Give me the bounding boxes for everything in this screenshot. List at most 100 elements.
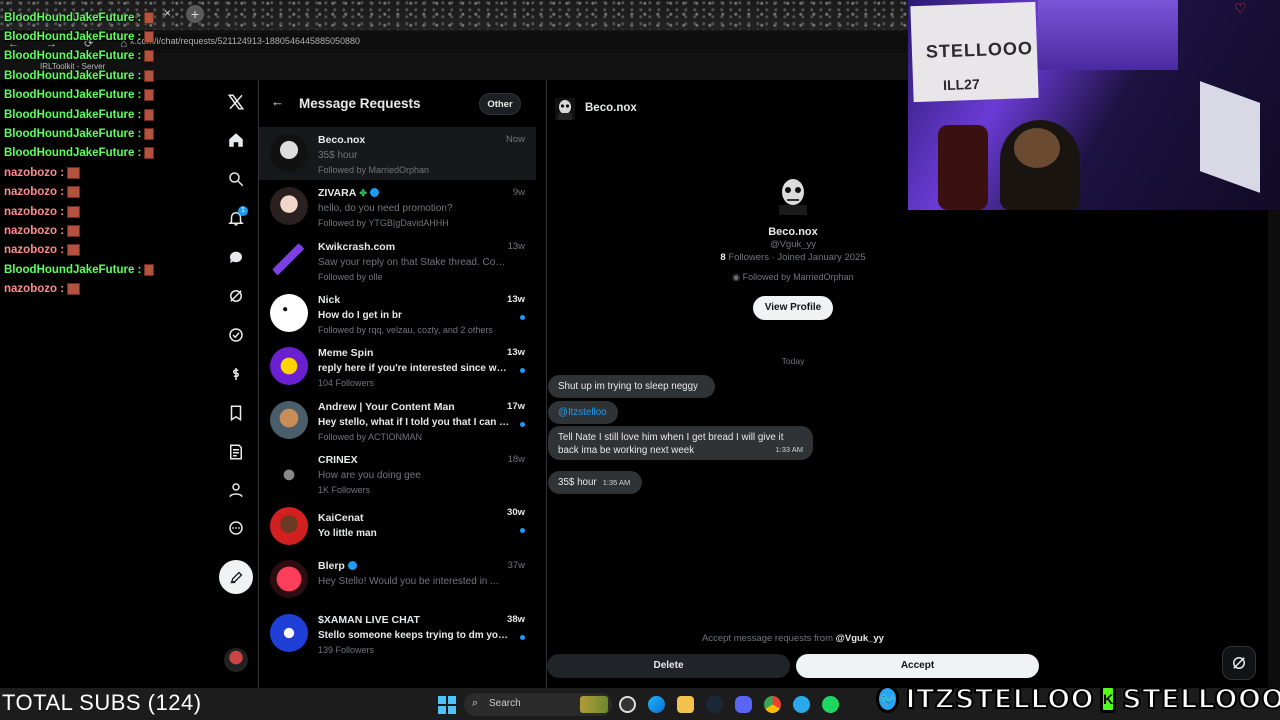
chat-emote-icon bbox=[144, 50, 154, 63]
message-bubble[interactable]: Tell Nate I still love him when I get br… bbox=[548, 426, 813, 460]
request-preview: How are you doing gee bbox=[318, 469, 421, 481]
page-scrollbar[interactable] bbox=[1268, 210, 1280, 688]
request-avatar[interactable] bbox=[270, 507, 308, 546]
new-tab-button[interactable]: + bbox=[186, 5, 204, 23]
edit-list-icon[interactable] bbox=[222, 438, 250, 466]
tab-close-icon[interactable]: × bbox=[164, 6, 171, 20]
request-avatar[interactable] bbox=[270, 293, 308, 332]
request-row[interactable]: $XAMAN LIVE CHAT 38w Stello someone keeps … bbox=[259, 607, 536, 660]
message-bubble[interactable]: 35$ hour 1:35 AM bbox=[548, 471, 642, 494]
request-row[interactable]: ZIVARA ✤ 9w hello, do you need promotion? Fo… bbox=[259, 180, 536, 233]
conversation-name[interactable]: Beco.nox bbox=[585, 102, 637, 114]
search-icon[interactable] bbox=[222, 165, 250, 193]
delete-button[interactable]: Delete bbox=[547, 654, 790, 678]
request-row[interactable]: Kwikcrash.com 13w Saw your reply on that S… bbox=[259, 234, 536, 287]
address-bar[interactable]: x.com/i/chat/requests/521124913-18805464… bbox=[128, 33, 908, 53]
chat-overlay-message: nazobozo : bbox=[4, 279, 154, 298]
compose-icon bbox=[230, 571, 242, 583]
accept-note: Accept message requests from @Vguk_yy bbox=[547, 633, 1039, 644]
request-name: Andrew | Your Content Man bbox=[318, 400, 455, 413]
grok-icon[interactable] bbox=[222, 282, 250, 310]
unread-dot bbox=[520, 528, 525, 534]
bell-icon[interactable]: 1 bbox=[222, 204, 250, 232]
messages-icon[interactable] bbox=[222, 243, 250, 271]
request-avatar[interactable] bbox=[270, 613, 308, 652]
message-requests-panel: ← Message Requests Other Beco.nox Now 35$ … bbox=[259, 80, 546, 688]
accept-note-handle: @Vguk_yy bbox=[835, 633, 884, 644]
request-time: 30w bbox=[507, 507, 525, 519]
twitter-bird-icon: 🐦 bbox=[876, 685, 900, 713]
taskbar-search[interactable]: ⌕ Search bbox=[464, 693, 612, 716]
chat-overlay-message: BloodHoundJakeFuture : bbox=[4, 27, 154, 46]
message-text: Shut up im trying to sleep neggy bbox=[558, 381, 698, 392]
verified-badge-icon bbox=[347, 561, 357, 571]
request-row[interactable]: KaiCenat 30w Yo little man bbox=[259, 500, 536, 553]
profile-avatar[interactable] bbox=[773, 175, 813, 215]
profile-icon[interactable] bbox=[222, 476, 250, 504]
request-time: 37w bbox=[507, 560, 525, 572]
message-mention[interactable]: @Itzstelloo bbox=[548, 401, 618, 424]
home-icon[interactable] bbox=[222, 126, 250, 154]
chat-emote-icon bbox=[67, 166, 81, 179]
request-row[interactable]: Andrew | Your Content Man 17w Hey stello, … bbox=[259, 394, 536, 447]
followers-count: 8 bbox=[720, 252, 726, 263]
verified-icon[interactable] bbox=[222, 321, 250, 349]
chat-overlay-message: BloodHoundJakeFuture : bbox=[4, 66, 154, 85]
obs-icon[interactable] bbox=[619, 696, 636, 713]
request-subtext: Followed by MarriedOrphan bbox=[318, 165, 430, 175]
compose-button[interactable] bbox=[219, 560, 253, 594]
clover-icon: ✤ bbox=[359, 188, 367, 199]
accept-button[interactable]: Accept bbox=[796, 654, 1039, 678]
profile-stats: 8 Followers · Joined January 2025 bbox=[547, 252, 1039, 263]
money-icon[interactable] bbox=[222, 360, 250, 388]
message-text: 35$ hour bbox=[558, 477, 597, 488]
chat-emote-icon bbox=[144, 69, 154, 82]
discord-icon[interactable] bbox=[735, 696, 752, 713]
x-logo-icon[interactable] bbox=[222, 88, 250, 116]
request-avatar[interactable] bbox=[270, 453, 308, 492]
message-bubble[interactable]: Shut up im trying to sleep neggy bbox=[548, 375, 715, 398]
bookmark-icon[interactable] bbox=[222, 399, 250, 427]
request-avatar[interactable] bbox=[270, 240, 308, 279]
file-explorer-icon[interactable] bbox=[677, 696, 694, 713]
webcam-chair bbox=[938, 125, 988, 210]
request-row[interactable]: Meme Spin 13w reply here if you're interes… bbox=[259, 340, 536, 393]
request-row[interactable]: Nick 13w How do I get in br Followed by rqq… bbox=[259, 287, 536, 340]
request-row[interactable]: Beco.nox Now 35$ hour Followed by MarriedOr… bbox=[259, 127, 536, 180]
request-row[interactable]: Blerp 37w Hey Stello! Would you be interes… bbox=[259, 553, 536, 606]
request-time: 13w bbox=[507, 347, 525, 359]
profile-handle: @Vguk_yy bbox=[769, 239, 817, 250]
chrome-icon[interactable] bbox=[764, 696, 781, 713]
request-avatar[interactable] bbox=[270, 187, 308, 226]
telegram-icon[interactable] bbox=[793, 696, 810, 713]
more-icon[interactable] bbox=[222, 514, 250, 542]
account-avatar[interactable] bbox=[224, 648, 248, 672]
conversation-avatar[interactable] bbox=[555, 98, 575, 120]
windows-icon[interactable] bbox=[438, 696, 456, 714]
chat-emote-icon bbox=[144, 128, 154, 141]
request-avatar[interactable] bbox=[270, 134, 308, 172]
followers-joined: Followers · Joined January 2025 bbox=[728, 252, 866, 263]
chat-emote-icon bbox=[67, 205, 81, 218]
request-preview: Stello someone keeps trying to dm you ..… bbox=[318, 629, 510, 641]
grok-floating-button[interactable] bbox=[1222, 646, 1256, 680]
steam-icon[interactable] bbox=[706, 696, 723, 713]
request-avatar[interactable] bbox=[270, 560, 308, 599]
request-name: Meme Spin bbox=[318, 347, 374, 360]
request-time: 13w bbox=[507, 240, 525, 252]
day-divider: Today bbox=[781, 356, 805, 366]
webcam-monitor bbox=[1200, 81, 1260, 193]
request-row[interactable]: CRINEX 18w How are you doing gee 1K Followe… bbox=[259, 447, 536, 500]
view-profile-button[interactable]: View Profile bbox=[753, 296, 833, 320]
request-name: ZIVARA ✤ bbox=[318, 187, 379, 199]
other-button[interactable]: Other bbox=[479, 93, 521, 115]
back-arrow-icon[interactable]: ← bbox=[271, 94, 284, 109]
request-avatar[interactable] bbox=[270, 347, 308, 386]
chat-overlay-message: BloodHoundJakeFuture : bbox=[4, 144, 154, 163]
request-preview: 35$ hour bbox=[318, 150, 358, 161]
chat-username: BloodHoundJakeFuture : bbox=[4, 128, 142, 141]
spotify-icon[interactable] bbox=[822, 696, 839, 713]
webcam-corner-icon: ♡ bbox=[1234, 0, 1247, 16]
edge-icon[interactable] bbox=[648, 696, 665, 713]
request-avatar[interactable] bbox=[270, 400, 308, 439]
